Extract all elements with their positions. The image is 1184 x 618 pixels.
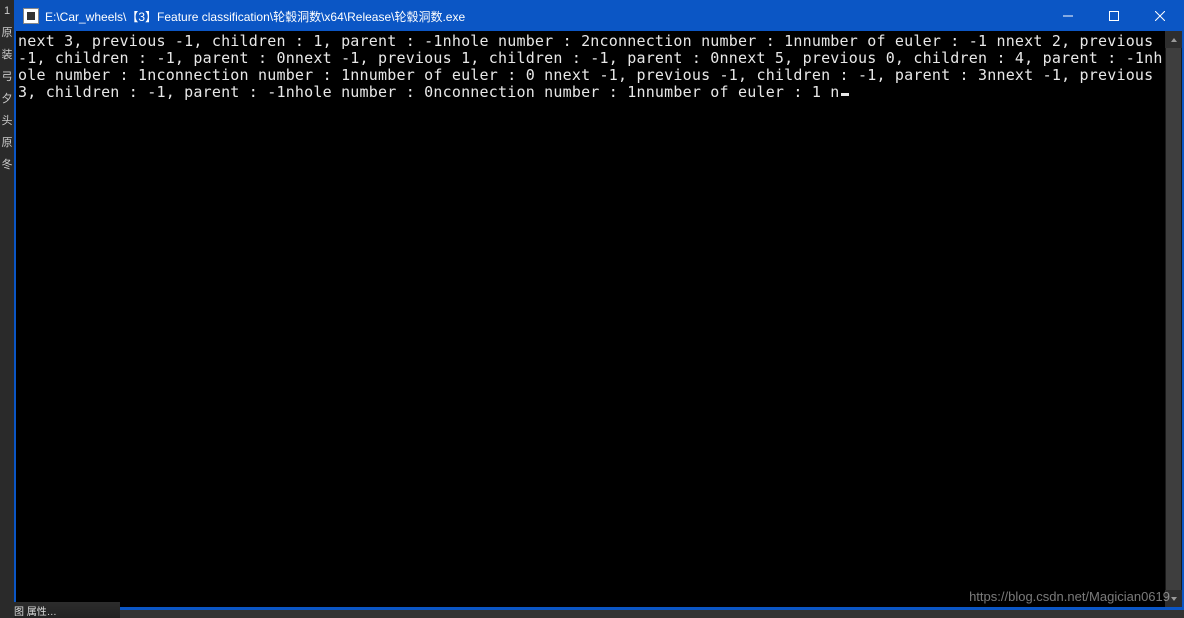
scrollbar-thumb[interactable]	[1166, 48, 1181, 590]
maximize-icon	[1109, 11, 1119, 21]
minimize-icon	[1063, 11, 1073, 21]
vertical-scrollbar[interactable]	[1165, 31, 1182, 607]
strip-char: 夕	[0, 88, 14, 110]
text-cursor	[841, 93, 849, 96]
chevron-up-icon	[1170, 36, 1178, 44]
strip-char: 冬	[0, 154, 14, 176]
scroll-down-button[interactable]	[1165, 590, 1182, 607]
strip-char: 原	[0, 132, 14, 154]
app-icon	[23, 8, 39, 24]
strip-char: 装	[0, 44, 14, 66]
strip-char: 原	[0, 22, 14, 44]
chevron-down-icon	[1170, 595, 1178, 603]
console-output[interactable]: next 3, previous -1, children : 1, paren…	[16, 31, 1182, 607]
close-button[interactable]	[1137, 1, 1183, 31]
console-window: E:\Car_wheels\【3】Feature classification\…	[14, 0, 1184, 610]
titlebar[interactable]: E:\Car_wheels\【3】Feature classification\…	[15, 1, 1183, 31]
console-client-area: next 3, previous -1, children : 1, paren…	[16, 31, 1182, 607]
strip-char: 1	[0, 0, 14, 22]
console-text: next 3, previous -1, children : 1, paren…	[18, 32, 1163, 101]
scroll-up-button[interactable]	[1165, 31, 1182, 48]
maximize-button[interactable]	[1091, 1, 1137, 31]
strip-char: 弓	[0, 66, 14, 88]
taskbar-fragment[interactable]: 视图 属性…	[0, 602, 120, 618]
left-editor-strip: 1 原 装 弓 夕 头 原 冬	[0, 0, 14, 618]
minimize-button[interactable]	[1045, 1, 1091, 31]
window-controls	[1045, 1, 1183, 31]
close-icon	[1155, 11, 1165, 21]
strip-char: 头	[0, 110, 14, 132]
window-title: E:\Car_wheels\【3】Feature classification\…	[45, 8, 1045, 25]
